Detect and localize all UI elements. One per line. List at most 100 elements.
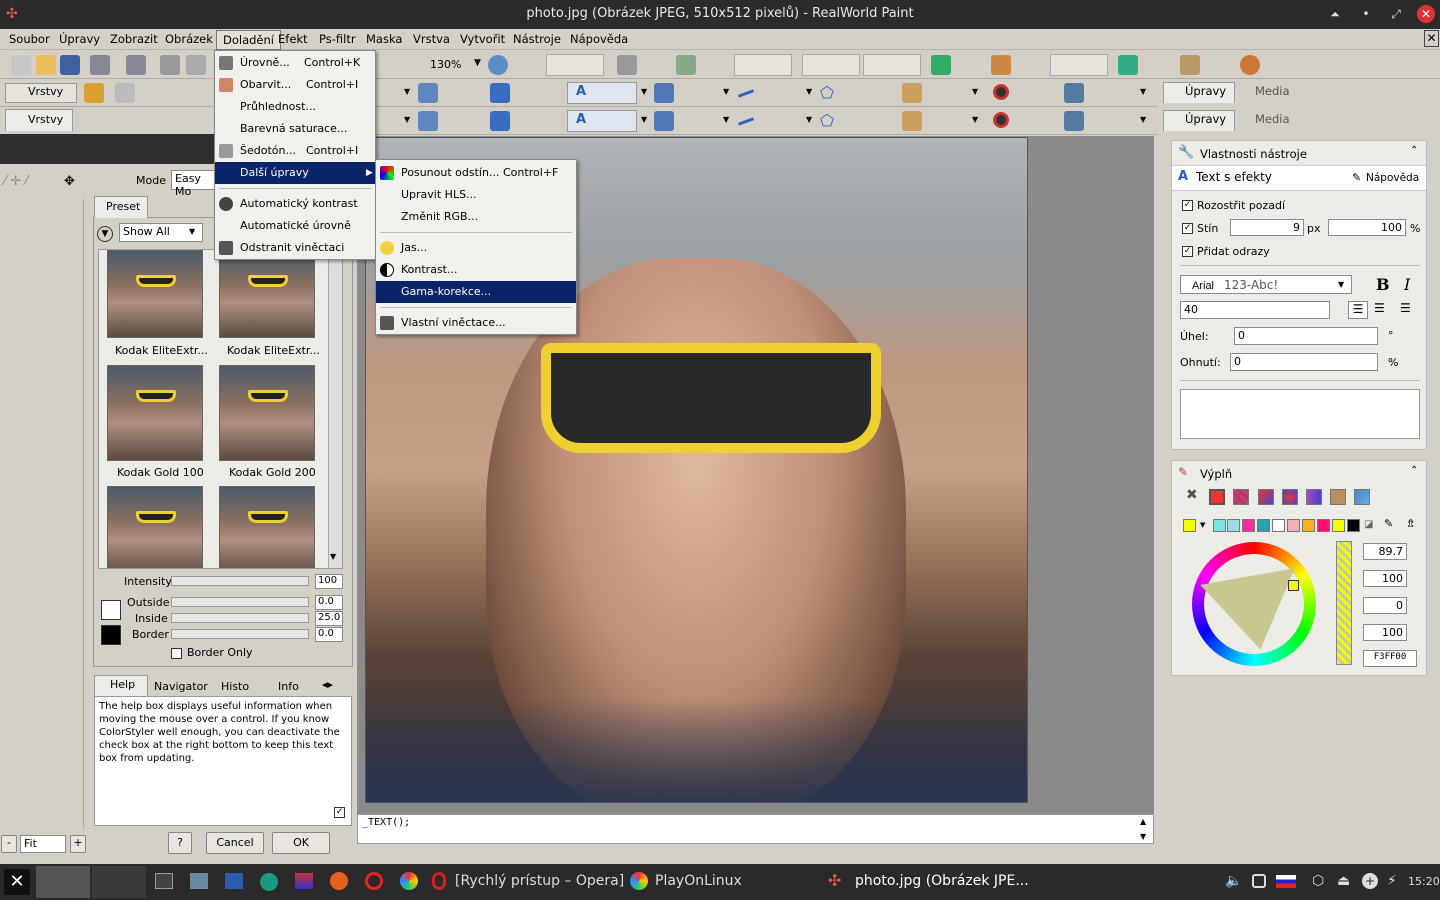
palette-swatch[interactable]	[1257, 519, 1270, 532]
palette-swatch[interactable]	[1302, 519, 1315, 532]
align-center-icon[interactable]: ☰	[1374, 301, 1385, 315]
view-icon-1[interactable]	[617, 55, 637, 75]
chevron-down-icon[interactable]: ▼	[1338, 280, 1344, 289]
move-icon[interactable]: ✥	[64, 174, 75, 189]
paint-icon[interactable]	[84, 83, 104, 103]
menu-item-auto-kontrast[interactable]: Automatický kontrast	[215, 193, 375, 215]
palette-swatch[interactable]	[1347, 519, 1360, 532]
inside-slider[interactable]	[171, 613, 309, 623]
line-icon[interactable]	[737, 117, 755, 126]
workspace-1[interactable]	[36, 866, 90, 898]
pen-icon[interactable]	[654, 83, 674, 103]
menu-item-pruhlednost[interactable]: Průhlednost...	[215, 96, 375, 118]
tab-media[interactable]: Media	[1255, 84, 1290, 98]
dropdown-icon[interactable]: ▼	[972, 115, 978, 124]
files-icon[interactable]	[190, 873, 208, 889]
hex-input[interactable]: F3FF00	[1363, 650, 1417, 667]
italic-button[interactable]: I	[1404, 275, 1410, 294]
dropdown-icon[interactable]: ▼	[641, 115, 647, 124]
redeye-icon[interactable]	[993, 112, 1009, 128]
inside-value[interactable]: 25.0	[315, 611, 343, 626]
gradient-fill-swatch[interactable]	[1258, 489, 1274, 505]
app-icon-green[interactable]	[260, 873, 278, 891]
preset-thumb[interactable]	[219, 365, 315, 461]
picture-icon[interactable]	[1118, 55, 1138, 75]
menu-vrstva[interactable]: Vrstva	[413, 32, 450, 46]
tab-media-2[interactable]: Media	[1255, 112, 1290, 126]
cut-icon[interactable]	[160, 55, 180, 75]
color-wheel[interactable]	[1192, 542, 1316, 666]
submenu-posunout-odstin[interactable]: Posunout odstín... Control+F	[376, 162, 576, 184]
menu-psfiltr[interactable]: Ps-filtr	[319, 32, 356, 46]
plugin-icon[interactable]	[1240, 55, 1260, 75]
eyedropper-icon[interactable]: ✎	[1384, 517, 1393, 530]
grid-icon[interactable]	[931, 55, 951, 75]
undo-icon[interactable]	[90, 55, 110, 75]
writer-icon[interactable]	[225, 873, 243, 889]
script-box[interactable]: _TEXT(); ▲ ▼	[357, 814, 1154, 844]
redeye-icon[interactable]	[993, 84, 1009, 100]
intensity-value[interactable]: 100	[315, 574, 343, 589]
bold-button[interactable]: B	[1376, 275, 1390, 294]
tab-navigator[interactable]: Navigator	[154, 680, 208, 693]
dropdown-icon[interactable]: ▼	[806, 87, 812, 96]
outside-color-swatch[interactable]	[101, 600, 121, 620]
align-right-icon[interactable]: ☰	[1400, 301, 1411, 315]
dropdown-icon[interactable]: ▼	[641, 87, 647, 96]
blur-bg-checkbox[interactable]: ✓	[1182, 200, 1193, 211]
collapse-icon[interactable]: ⌃	[1410, 145, 1418, 156]
app-icon-flag[interactable]	[295, 873, 313, 889]
outside-slider[interactable]	[171, 597, 309, 607]
pinwheel-icon[interactable]	[400, 872, 418, 890]
tab-scroll-icon[interactable]: ◂▸	[322, 678, 333, 691]
maximize-icon[interactable]: ⤢	[1387, 5, 1405, 23]
eject-icon[interactable]: ⏏	[1337, 873, 1350, 889]
scroll-down-icon[interactable]: ▼	[1140, 832, 1146, 841]
preset-thumb[interactable]	[219, 486, 315, 568]
stamp-tool-icon[interactable]	[1064, 83, 1084, 103]
copy-icon[interactable]	[186, 55, 206, 75]
palette-swatch[interactable]	[1332, 519, 1345, 532]
opera-task-icon[interactable]	[432, 872, 446, 890]
palette-swatch[interactable]	[1287, 519, 1300, 532]
zoom-icon[interactable]	[488, 55, 508, 75]
menu-item-obarvit[interactable]: Obarvit... Control+I	[215, 74, 375, 96]
submenu-jas[interactable]: Jas...	[376, 237, 576, 259]
angle-input[interactable]: 0	[1234, 327, 1378, 345]
layer-button-2[interactable]	[802, 54, 860, 76]
task-playonlinux[interactable]: PlayOnLinux	[655, 873, 742, 889]
menu-soubor[interactable]: Soubor	[9, 32, 50, 46]
tab-histo[interactable]: Histo	[221, 680, 249, 693]
help-lock-checkbox[interactable]: ✓	[334, 807, 345, 818]
layer-button[interactable]	[734, 54, 792, 76]
volume-icon[interactable]: 🔈	[1225, 873, 1242, 889]
hue-input[interactable]: 89.7	[1363, 543, 1407, 560]
keyboard-layout-icon[interactable]	[1276, 875, 1296, 888]
image-button[interactable]	[1050, 54, 1108, 76]
line-icon[interactable]	[737, 89, 755, 98]
paint-task-icon[interactable]: ✣	[828, 871, 841, 890]
submenu-upravit-hls[interactable]: Upravit HLS...	[376, 184, 576, 206]
outside-value[interactable]: 0.0	[315, 595, 343, 610]
reflect-checkbox[interactable]: ✓	[1182, 246, 1193, 257]
collapse-icon[interactable]: ⌃	[1410, 465, 1418, 476]
menu-item-sedoton[interactable]: Šedotón... Control+I	[215, 140, 375, 162]
preset-thumb[interactable]	[219, 250, 315, 338]
person-icon[interactable]	[115, 83, 135, 103]
dropdown-icon[interactable]: ▼	[1140, 115, 1146, 124]
pen-icon[interactable]	[654, 111, 674, 131]
menu-item-saturace[interactable]: Barevná saturace...	[215, 118, 375, 140]
palette-swatch[interactable]	[1213, 519, 1226, 532]
text-input-area[interactable]	[1180, 389, 1420, 439]
stamp-icon[interactable]	[418, 83, 438, 103]
scroll-up-icon[interactable]: ▲	[1140, 817, 1146, 826]
sat-input[interactable]: 100	[1363, 570, 1407, 587]
menu-item-auto-urovne[interactable]: Automatické úrovně	[215, 215, 375, 237]
stamp-tool-icon[interactable]	[1064, 111, 1084, 131]
border-slider[interactable]	[171, 629, 309, 639]
chevron-down-icon[interactable]: ▼	[1200, 521, 1205, 529]
scroll-down-icon[interactable]: ▼	[330, 552, 336, 561]
border-color-swatch[interactable]	[101, 625, 121, 645]
palette-swatch[interactable]	[1227, 519, 1240, 532]
align-left-icon[interactable]: ☰	[1348, 301, 1368, 319]
